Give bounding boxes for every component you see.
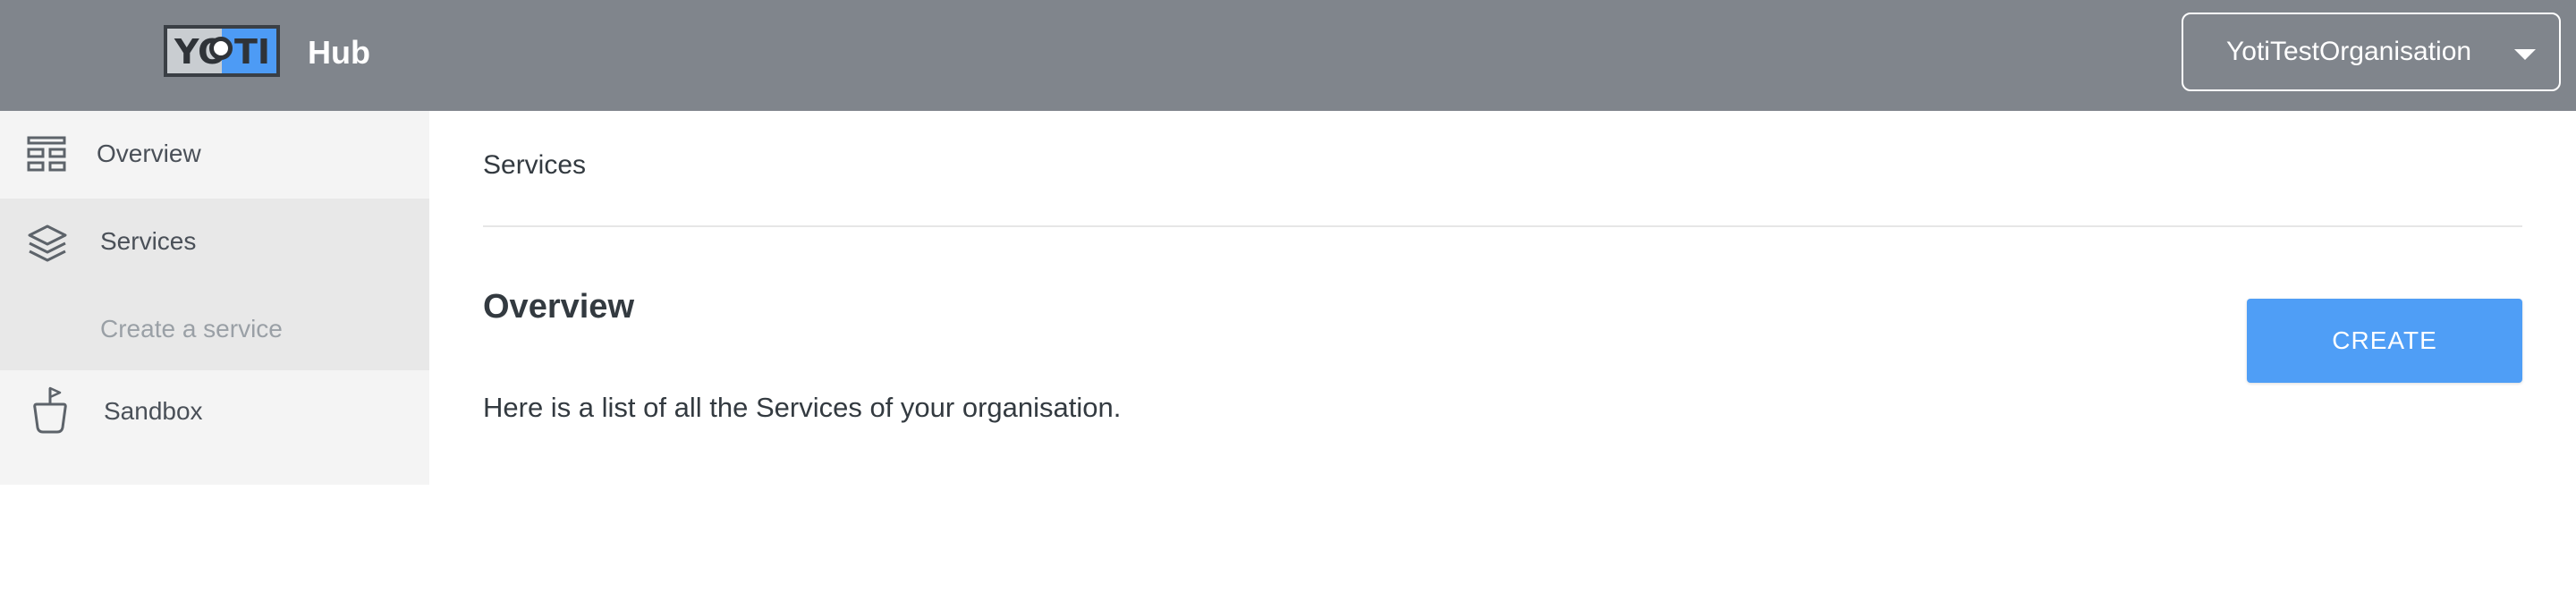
app-name: Hub xyxy=(308,34,370,71)
sidebar: Overview Services Create a service Sandb… xyxy=(0,111,429,485)
sidebar-item-services[interactable]: Services Create a service xyxy=(0,199,429,370)
page-description: Here is a list of all the Services of yo… xyxy=(483,392,1122,423)
organisation-name: YotiTestOrganisation xyxy=(2226,37,2472,66)
organisation-selector[interactable]: YotiTestOrganisation xyxy=(2182,13,2561,91)
dashboard-icon xyxy=(27,136,66,172)
page-title: Overview xyxy=(483,288,634,326)
logo-text-right: TI xyxy=(234,32,271,72)
top-bar: YO TI Hub YotiTestOrganisation xyxy=(0,0,2576,111)
caret-down-icon xyxy=(2514,49,2536,60)
sidebar-subitem-create-service[interactable]: Create a service xyxy=(100,315,283,343)
sidebar-item-label: Sandbox xyxy=(104,397,203,425)
layers-icon xyxy=(28,224,67,262)
sidebar-item-overview[interactable]: Overview xyxy=(0,111,429,199)
create-button[interactable]: CREATE xyxy=(2247,299,2522,383)
sidebar-item-sandbox[interactable]: Sandbox xyxy=(0,370,429,485)
main-content: Services Overview Here is a list of all … xyxy=(429,111,2576,485)
logo-dot-icon xyxy=(209,37,233,60)
divider xyxy=(483,225,2522,227)
yoti-logo[interactable]: YO TI xyxy=(164,25,280,77)
sandbox-icon xyxy=(33,386,67,434)
sidebar-item-label: Overview xyxy=(97,140,201,167)
breadcrumb: Services xyxy=(483,150,587,180)
